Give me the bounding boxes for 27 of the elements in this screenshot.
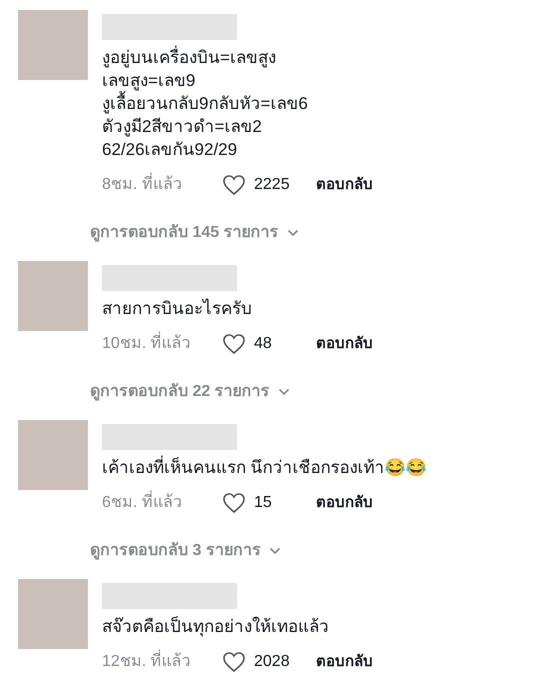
reply-button[interactable]: ตอบกลับ (316, 332, 373, 356)
reply-button[interactable]: ตอบกลับ (316, 492, 373, 514)
comment-text: 62/26เลขกัน92/29 (102, 139, 238, 161)
reply-button[interactable]: ตอบกลับ (316, 174, 373, 196)
comment-time: 6ชม. ที่แล้ว (102, 491, 222, 515)
like-count: 2028 (254, 652, 291, 672)
comment-text: ตัวงูมี2สีขาวดำ=เลข2 (102, 116, 263, 138)
comment-text: เค้าเองที่เห็นคนแรก นึกว่าเชือกรองเท้า😂😂 (102, 456, 427, 479)
heart-icon[interactable] (222, 174, 246, 196)
heart-icon[interactable] (222, 492, 246, 514)
chevron-down-icon (268, 547, 281, 555)
comment-text: สจ๊วตคือเป็นทุกอย่างให้เทอแล้ว (102, 615, 330, 638)
comment-time: 12ชม. ที่แล้ว (102, 650, 222, 673)
comment-text: สายการบินอะไรครับ (102, 298, 253, 320)
like-count: 48 (254, 334, 273, 354)
comment-time: 8ชม. ที่แล้ว (102, 173, 222, 197)
comment-text: เลขสูง=เลข9 (102, 70, 196, 91)
chevron-down-icon (278, 388, 290, 396)
comment-text: งูเลื้อยวนกลับ9กลับหัว=เลข6 (102, 92, 373, 115)
chevron-down-icon (286, 229, 299, 237)
heart-icon[interactable] (222, 651, 246, 673)
comment-text: งูอยู่บนเครื่องบิน=เลขสูง (102, 46, 373, 69)
reply-button[interactable]: ตอบกลับ (316, 650, 373, 673)
like-count: 2225 (254, 175, 291, 195)
heart-icon[interactable] (222, 333, 246, 355)
like-count: 15 (254, 493, 273, 513)
comment-time: 10ชม. ที่แล้ว (102, 332, 222, 356)
